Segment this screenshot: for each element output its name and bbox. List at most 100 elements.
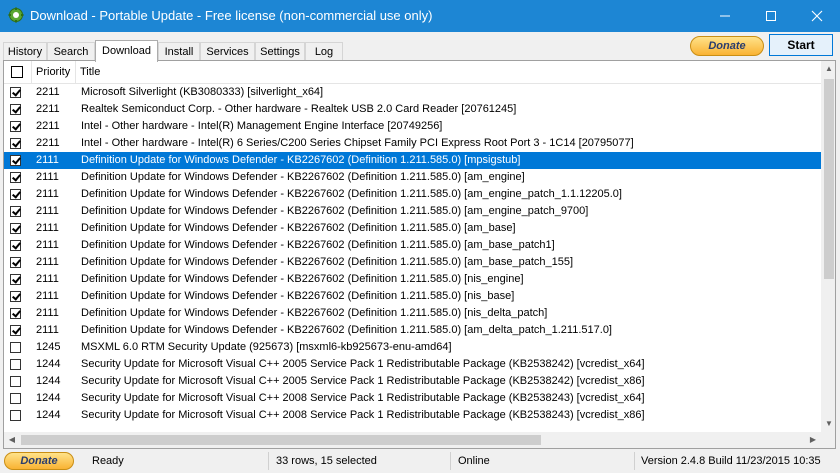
window-title: Download - Portable Update - Free licens… (30, 8, 433, 23)
row-title: Security Update for Microsoft Visual C++… (81, 409, 645, 421)
list-row[interactable]: 2211 Intel - Other hardware - Intel(R) Ma… (4, 118, 821, 135)
close-button[interactable] (794, 0, 840, 32)
row-checkbox[interactable] (10, 376, 21, 387)
row-checkbox[interactable] (10, 206, 21, 217)
row-title: Definition Update for Windows Defender -… (81, 222, 516, 234)
list-row[interactable]: 2111 Definition Update for Windows Defend… (4, 305, 821, 322)
title-bar: Download - Portable Update - Free licens… (0, 0, 840, 32)
select-all-checkbox[interactable] (11, 66, 23, 78)
row-priority: 2211 (36, 103, 60, 115)
row-checkbox[interactable] (10, 308, 21, 319)
row-title: Definition Update for Windows Defender -… (81, 205, 589, 217)
row-checkbox[interactable] (10, 223, 21, 234)
list-row[interactable]: 2111 Definition Update for Windows Defend… (4, 271, 821, 288)
status-version: Version 2.4.8 Build 11/23/2015 10:35 (641, 455, 821, 467)
row-checkbox[interactable] (10, 257, 21, 268)
row-checkbox[interactable] (10, 121, 21, 132)
updates-list: Priority Title 2211 Microsoft Silverlight… (3, 60, 836, 449)
scroll-right-icon[interactable]: ▶ (805, 432, 821, 448)
status-counts: 33 rows, 15 selected (276, 455, 377, 467)
list-row[interactable]: 2111 Definition Update for Windows Defend… (4, 288, 821, 305)
status-bar: Donate Ready 33 rows, 15 selected Online… (0, 449, 840, 473)
row-checkbox[interactable] (10, 291, 21, 302)
status-donate-button[interactable]: Donate (4, 452, 74, 470)
row-title: Microsoft Silverlight (KB3080333) [silve… (81, 86, 324, 98)
select-all-header[interactable] (4, 61, 32, 83)
row-checkbox[interactable] (10, 393, 21, 404)
tab-install[interactable]: Install (158, 42, 200, 60)
list-row[interactable]: 2111 Definition Update for Windows Defend… (4, 254, 821, 271)
minimize-button[interactable] (702, 0, 748, 32)
row-checkbox[interactable] (10, 87, 21, 98)
row-title: MSXML 6.0 RTM Security Update (925673) [… (81, 341, 452, 353)
status-connection: Online (458, 455, 490, 467)
list-row[interactable]: 1244 Security Update for Microsoft Visual… (4, 373, 821, 390)
list-row[interactable]: 2211 Realtek Semiconduct Corp. - Other ha… (4, 101, 821, 118)
maximize-button[interactable] (748, 0, 794, 32)
row-checkbox[interactable] (10, 342, 21, 353)
list-row[interactable]: 2211 Intel - Other hardware - Intel(R) 6 … (4, 135, 821, 152)
scroll-corner (821, 432, 835, 448)
row-title: Definition Update for Windows Defender -… (81, 307, 548, 319)
row-title: Intel - Other hardware - Intel(R) 6 Seri… (81, 137, 634, 149)
tab-search[interactable]: Search (47, 42, 95, 60)
list-row[interactable]: 1245 MSXML 6.0 RTM Security Update (92567… (4, 339, 821, 356)
scroll-up-icon[interactable]: ▲ (821, 61, 835, 77)
priority-column-header[interactable]: Priority (32, 61, 76, 83)
row-title: Security Update for Microsoft Visual C++… (81, 392, 645, 404)
row-title: Definition Update for Windows Defender -… (81, 171, 525, 183)
tab-history[interactable]: History (3, 42, 47, 60)
row-checkbox[interactable] (10, 410, 21, 421)
row-priority: 2111 (36, 307, 59, 319)
list-row[interactable]: 2111 Definition Update for Windows Defend… (4, 203, 821, 220)
row-checkbox[interactable] (10, 172, 21, 183)
list-row[interactable]: 2211 Microsoft Silverlight (KB3080333) [s… (4, 84, 821, 101)
row-priority: 1244 (36, 392, 61, 404)
list-row[interactable]: 2111 Definition Update for Windows Defend… (4, 152, 821, 169)
row-title: Intel - Other hardware - Intel(R) Manage… (81, 120, 443, 132)
row-title: Definition Update for Windows Defender -… (81, 273, 524, 285)
row-checkbox[interactable] (10, 155, 21, 166)
row-priority: 1244 (36, 409, 61, 421)
tab-log[interactable]: Log (305, 42, 343, 60)
start-button[interactable]: Start (769, 34, 833, 56)
row-priority: 2111 (36, 188, 59, 200)
row-priority: 1244 (36, 375, 61, 387)
list-row[interactable]: 1244 Security Update for Microsoft Visual… (4, 356, 821, 373)
row-checkbox[interactable] (10, 138, 21, 149)
scroll-down-icon[interactable]: ▼ (821, 416, 835, 432)
row-priority: 2111 (36, 171, 59, 183)
row-priority: 2111 (36, 290, 59, 302)
row-title: Definition Update for Windows Defender -… (81, 239, 555, 251)
list-row[interactable]: 2111 Definition Update for Windows Defend… (4, 186, 821, 203)
row-priority: 2211 (36, 120, 60, 132)
tab-download[interactable]: Download (95, 40, 158, 62)
list-row[interactable]: 1244 Security Update for Microsoft Visual… (4, 390, 821, 407)
row-checkbox[interactable] (10, 274, 21, 285)
donate-button[interactable]: Donate (690, 36, 764, 56)
tab-settings[interactable]: Settings (255, 42, 305, 60)
list-header: Priority Title (4, 61, 821, 84)
status-state: Ready (92, 455, 124, 467)
list-row[interactable]: 2111 Definition Update for Windows Defend… (4, 322, 821, 339)
vertical-scroll-thumb[interactable] (824, 79, 834, 279)
scroll-left-icon[interactable]: ◀ (4, 432, 20, 448)
row-checkbox[interactable] (10, 104, 21, 115)
list-row[interactable]: 2111 Definition Update for Windows Defend… (4, 169, 821, 186)
tab-services[interactable]: Services (200, 42, 255, 60)
list-row[interactable]: 2111 Definition Update for Windows Defend… (4, 237, 821, 254)
row-priority: 2211 (36, 137, 60, 149)
row-priority: 1245 (36, 341, 61, 353)
row-checkbox[interactable] (10, 240, 21, 251)
vertical-scrollbar[interactable]: ▲ ▼ (821, 61, 835, 432)
row-checkbox[interactable] (10, 359, 21, 370)
list-row[interactable]: 2111 Definition Update for Windows Defend… (4, 220, 821, 237)
list-row[interactable]: 1244 Security Update for Microsoft Visual… (4, 407, 821, 424)
row-checkbox[interactable] (10, 189, 21, 200)
horizontal-scroll-thumb[interactable] (21, 435, 541, 445)
app-gear-icon (8, 7, 24, 23)
title-column-header[interactable]: Title (76, 61, 821, 83)
horizontal-scrollbar[interactable]: ◀ ▶ (4, 432, 821, 448)
row-checkbox[interactable] (10, 325, 21, 336)
row-title: Definition Update for Windows Defender -… (81, 154, 521, 166)
